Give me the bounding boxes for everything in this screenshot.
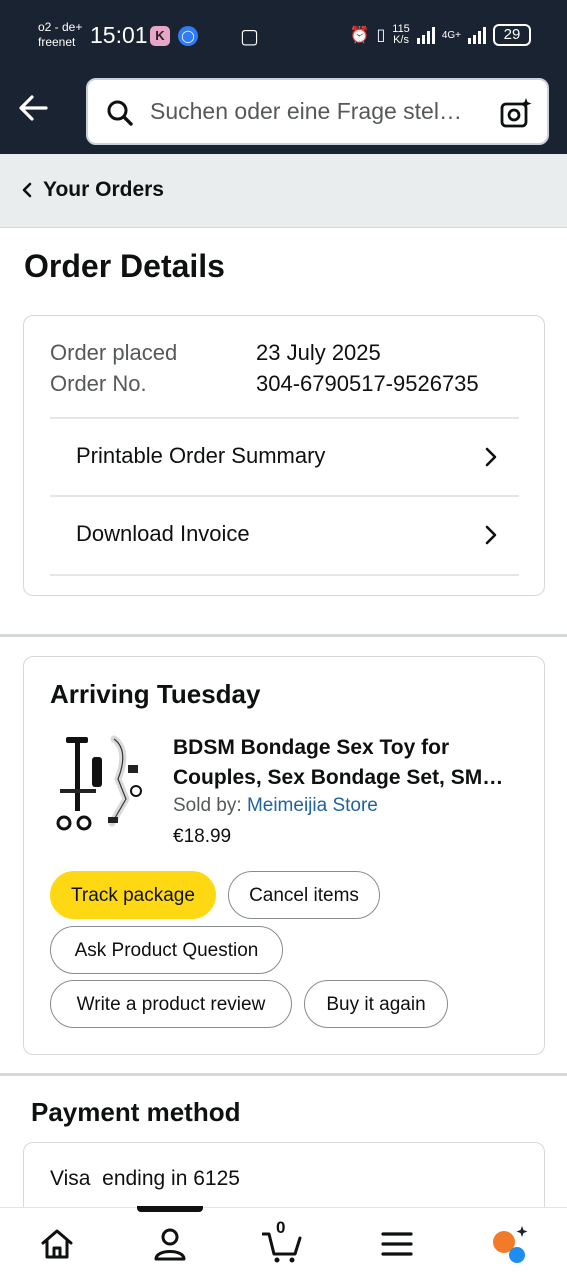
page-title: Order Details (24, 248, 225, 284)
printable-summary-link[interactable]: Printable Order Summary (50, 417, 519, 495)
order-placed-label: Order placed (50, 340, 178, 365)
order-number-label: Order No. (50, 371, 147, 396)
battery-icon: 29 (493, 24, 531, 46)
carrier-name: o2 - de+ freenet (38, 20, 83, 49)
wifi-signal-icon (416, 26, 435, 44)
search-input[interactable] (150, 80, 490, 143)
vibrate-icon: ▯ (376, 27, 386, 44)
write-review-button[interactable]: Write a product review (50, 980, 292, 1028)
nfc-icon: ▢ (240, 26, 259, 48)
back-arrow-icon[interactable] (14, 88, 54, 128)
order-number-value: 304-6790517-9526735 (256, 371, 479, 396)
status-time: 15:01 (90, 22, 148, 48)
cell-signal-icon (468, 26, 486, 44)
rufus-assistant-icon[interactable] (489, 1224, 529, 1264)
bulb-app-icon: ◯ (178, 26, 198, 46)
cart-count: 0 (276, 1218, 286, 1237)
order-info-card: Order placed 23 July 2025 Order No. 304-… (23, 315, 545, 596)
app-header (0, 70, 567, 154)
ask-product-question-button[interactable]: Ask Product Question (50, 926, 283, 974)
divider (50, 574, 519, 576)
delivery-status: Arriving Tuesday (50, 679, 261, 709)
chevron-right-icon (485, 525, 497, 545)
account-icon[interactable] (150, 1224, 190, 1264)
k-app-icon: K (150, 26, 170, 46)
seller-link[interactable]: Meimeijia Store (247, 795, 378, 816)
bottom-nav: 0 (0, 1206, 567, 1280)
status-bar: o2 - de+ freenet 15:01 K ◯ ▢ ⏰ ▯ 115 K/s… (0, 0, 567, 70)
cancel-items-button[interactable]: Cancel items (228, 871, 380, 919)
breadcrumb-label[interactable]: Your Orders (43, 178, 164, 202)
chevron-left-icon (22, 182, 32, 198)
search-icon (107, 100, 133, 126)
network-type: 4G+ (441, 29, 461, 41)
product-image[interactable] (52, 729, 148, 833)
product-title[interactable]: BDSM Bondage Sex Toy for Couples, Sex Bo… (173, 733, 523, 793)
shipment-card: Arriving Tuesday BDSM Bondage Sex Toy fo… (23, 656, 545, 1055)
breadcrumb[interactable]: Your Orders (0, 154, 567, 228)
status-indicators: ⏰ ▯ 115 K/s 4G+ 29 (350, 24, 531, 46)
payment-method-value: Visa ending in 6125 (50, 1167, 240, 1190)
active-tab-indicator (137, 1206, 203, 1212)
download-invoice-link[interactable]: Download Invoice (50, 495, 519, 573)
cart-button[interactable]: 0 (261, 1218, 302, 1264)
product-price: €18.99 (173, 826, 232, 847)
search-bar[interactable] (86, 78, 549, 145)
menu-icon[interactable] (377, 1224, 417, 1264)
network-speed: 115 K/s (392, 23, 410, 46)
order-placed-value: 23 July 2025 (256, 340, 381, 365)
download-invoice-label: Download Invoice (76, 521, 250, 546)
alarm-icon: ⏰ (349, 27, 370, 44)
home-icon[interactable] (37, 1224, 77, 1264)
chevron-right-icon (485, 447, 497, 467)
payment-method-title: Payment method (31, 1097, 241, 1127)
printable-summary-label: Printable Order Summary (76, 443, 326, 468)
section-divider (0, 1073, 567, 1076)
camera-search-icon[interactable] (499, 96, 533, 130)
buy-again-button[interactable]: Buy it again (304, 980, 448, 1028)
track-package-button[interactable]: Track package (50, 871, 216, 919)
section-divider (0, 634, 567, 637)
sold-by: Sold by: Meimeijia Store (173, 795, 378, 816)
